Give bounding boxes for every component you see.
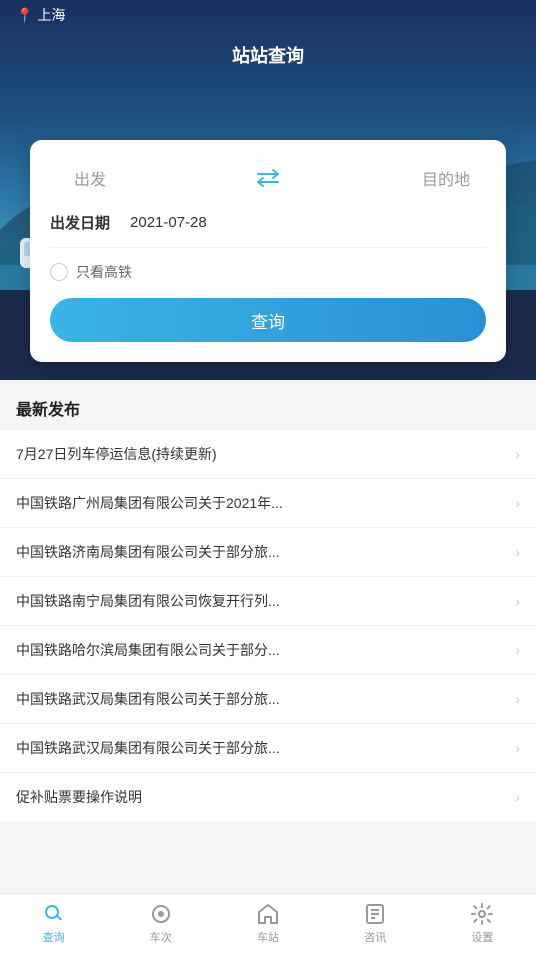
date-label: 出发日期	[50, 212, 110, 233]
trains-nav-icon	[149, 902, 173, 926]
news-item[interactable]: 中国铁路武汉局集团有限公司关于部分旅... ›	[0, 724, 536, 773]
main-content: 最新发布 7月27日列车停运信息(持续更新) › 中国铁路广州局集团有限公司关于…	[0, 380, 536, 893]
location-text: 上海	[37, 5, 65, 25]
nav-item-query[interactable]: 查询	[0, 894, 107, 953]
news-item[interactable]: 促补贴票要操作说明 ›	[0, 773, 536, 821]
chevron-right-icon: ›	[515, 446, 520, 462]
station-nav-icon	[256, 902, 280, 926]
chevron-right-icon: ›	[515, 691, 520, 707]
chevron-right-icon: ›	[515, 789, 520, 805]
trains-nav-label: 车次	[150, 929, 172, 945]
chevron-right-icon: ›	[515, 740, 520, 756]
swap-button[interactable]	[250, 160, 286, 196]
news-item[interactable]: 中国铁路济南局集团有限公司关于部分旅... ›	[0, 528, 536, 577]
query-nav-icon	[42, 902, 66, 926]
arrival-station[interactable]: 目的地	[406, 166, 486, 190]
nav-item-trains[interactable]: 车次	[107, 894, 214, 953]
news-item-text: 7月27日列车停运信息(持续更新)	[16, 444, 507, 464]
news-item[interactable]: 中国铁路哈尔滨局集团有限公司关于部分... ›	[0, 626, 536, 675]
location-indicator: 📍 上海	[16, 5, 65, 25]
nav-item-station[interactable]: 车站	[214, 894, 321, 953]
settings-nav-label: 设置	[471, 929, 493, 945]
nav-item-settings[interactable]: 设置	[429, 894, 536, 953]
news-item-text: 中国铁路广州局集团有限公司关于2021年...	[16, 493, 507, 513]
filter-row: 只看高铁	[50, 262, 486, 282]
query-button[interactable]: 查询	[50, 298, 486, 342]
status-bar: 📍 上海	[0, 0, 536, 30]
chevron-right-icon: ›	[515, 593, 520, 609]
search-card: 出发 目的地 出发日期 2021-07-28 只看高铁 查询	[30, 140, 506, 362]
chevron-right-icon: ›	[515, 495, 520, 511]
settings-nav-icon	[470, 902, 494, 926]
swap-icon	[254, 168, 282, 188]
page-title: 站站查询	[232, 42, 304, 68]
news-item-text: 中国铁路武汉局集团有限公司关于部分旅...	[16, 689, 507, 709]
news-item[interactable]: 7月27日列车停运信息(持续更新) ›	[0, 430, 536, 479]
location-icon: 📍	[16, 7, 33, 24]
highspeed-radio[interactable]	[50, 263, 68, 281]
news-list: 7月27日列车停运信息(持续更新) › 中国铁路广州局集团有限公司关于2021年…	[0, 430, 536, 821]
news-item[interactable]: 中国铁路广州局集团有限公司关于2021年... ›	[0, 479, 536, 528]
chevron-right-icon: ›	[515, 544, 520, 560]
date-row: 出发日期 2021-07-28	[50, 212, 486, 248]
chevron-right-icon: ›	[515, 642, 520, 658]
bottom-navigation: 查询 车次 车站 咨讯 设置	[0, 893, 536, 953]
news-section-title: 最新发布	[0, 380, 536, 430]
station-selector-row: 出发 目的地	[50, 160, 486, 196]
date-value[interactable]: 2021-07-28	[130, 214, 207, 231]
departure-station[interactable]: 出发	[50, 166, 130, 190]
news-item[interactable]: 中国铁路南宁局集团有限公司恢复开行列... ›	[0, 577, 536, 626]
news-nav-icon	[363, 902, 387, 926]
news-item[interactable]: 中国铁路武汉局集团有限公司关于部分旅... ›	[0, 675, 536, 724]
news-item-text: 中国铁路济南局集团有限公司关于部分旅...	[16, 542, 507, 562]
query-nav-label: 查询	[43, 929, 65, 945]
news-item-text: 中国铁路武汉局集团有限公司关于部分旅...	[16, 738, 507, 758]
news-item-text: 促补贴票要操作说明	[16, 787, 507, 807]
news-item-text: 中国铁路哈尔滨局集团有限公司关于部分...	[16, 640, 507, 660]
news-item-text: 中国铁路南宁局集团有限公司恢复开行列...	[16, 591, 507, 611]
news-nav-label: 咨讯	[364, 929, 386, 945]
nav-item-news[interactable]: 咨讯	[322, 894, 429, 953]
highspeed-filter-label: 只看高铁	[76, 262, 132, 282]
page-header: 站站查询	[0, 30, 536, 80]
station-nav-label: 车站	[257, 929, 279, 945]
